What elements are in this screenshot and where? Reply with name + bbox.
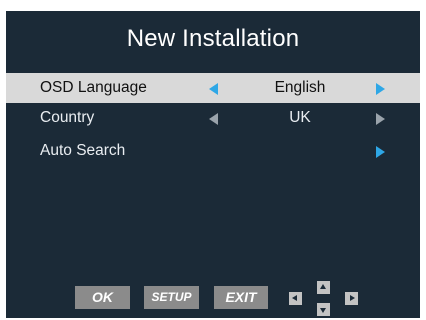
- menu-row-osd-language[interactable]: OSD Language English: [6, 73, 420, 103]
- menu-row-value: UK: [289, 109, 311, 126]
- page-title: New Installation: [126, 25, 300, 52]
- menu-row-auto-search[interactable]: Auto Search: [6, 136, 420, 166]
- nav-left-icon[interactable]: [289, 292, 302, 305]
- arrow-left-icon[interactable]: [209, 113, 218, 125]
- ok-key[interactable]: OK: [75, 286, 130, 309]
- nav-right-icon[interactable]: [345, 292, 358, 305]
- menu-row-country[interactable]: Country UK: [6, 103, 420, 133]
- arrow-right-icon[interactable]: [376, 113, 385, 125]
- arrow-right-icon[interactable]: [376, 146, 385, 158]
- key-hint-bar: OK SETUP EXIT: [6, 281, 420, 318]
- menu-row-value: English: [274, 79, 326, 96]
- menu-row-label: Auto Search: [40, 142, 126, 159]
- menu-row-label: Country: [40, 109, 95, 126]
- arrow-left-icon[interactable]: [209, 83, 218, 95]
- setup-key[interactable]: SETUP: [144, 286, 199, 309]
- osd-panel: New Installation OSD Language English Co…: [6, 11, 420, 318]
- menu-row-label: OSD Language: [40, 79, 147, 96]
- nav-up-icon[interactable]: [317, 281, 330, 294]
- nav-down-icon[interactable]: [317, 303, 330, 316]
- arrow-right-icon[interactable]: [376, 83, 385, 95]
- exit-key[interactable]: EXIT: [214, 286, 268, 309]
